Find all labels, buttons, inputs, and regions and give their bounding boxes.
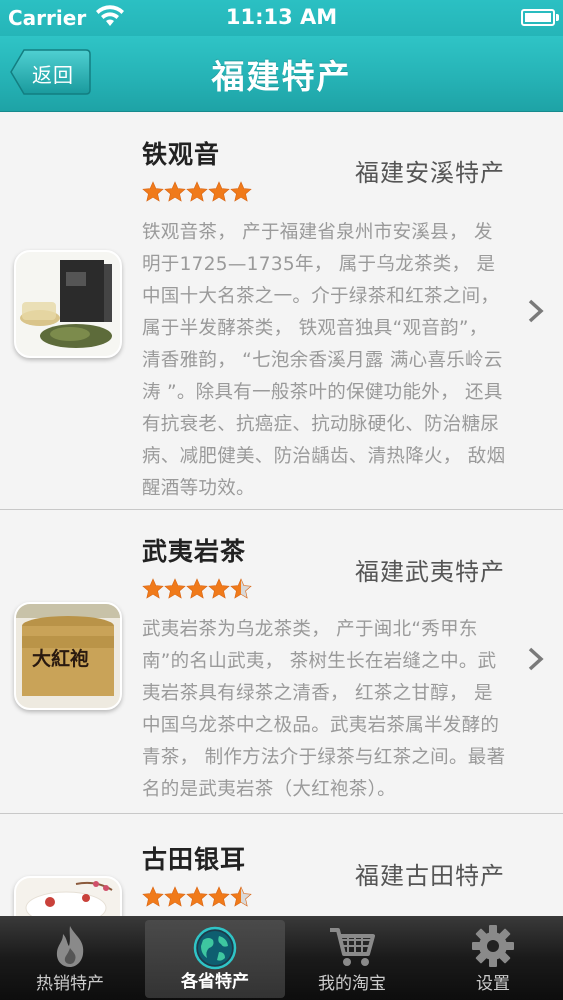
list-item[interactable]: 铁观音 福建安溪特产 铁观音茶， 产于福建省泉州市安溪县， 发明于1725—17… (0, 113, 563, 510)
cart-icon (330, 928, 375, 966)
tab-bar: 热销特产 各省特产 我的淘宝 设置 (0, 916, 563, 1000)
gear-icon (472, 925, 514, 967)
status-time: 11:13 AM (225, 5, 338, 29)
star-icon (186, 578, 208, 599)
tab-label: 热销特产 (36, 974, 104, 994)
item-name: 武夷岩茶 (142, 537, 247, 566)
item-region: 福建武夷特产 (355, 558, 505, 586)
list-item[interactable]: 大紅袍 武夷岩茶 福建武夷特产 武夷岩茶为乌龙茶类， 产于闽北“秀甲东南”的名山… (0, 510, 563, 814)
tab-label: 各省特产 (181, 972, 249, 992)
product-list: 铁观音 福建安溪特产 铁观音茶， 产于福建省泉州市安溪县， 发明于1725—17… (0, 113, 563, 916)
tab-settings[interactable]: 设置 (423, 916, 563, 1000)
star-icon (230, 181, 252, 202)
star-icon (164, 578, 186, 599)
tab-my-taobao[interactable]: 我的淘宝 (282, 916, 422, 1000)
tab-label: 设置 (476, 974, 510, 994)
item-description: 铁观音茶， 产于福建省泉州市安溪县， 发明于1725—1735年， 属于乌龙茶类… (142, 222, 506, 499)
item-name: 古田银耳 (142, 845, 247, 874)
star-icon (164, 181, 186, 202)
item-name: 铁观音 (142, 140, 221, 169)
chevron-right-icon (528, 647, 544, 671)
star-icon (208, 886, 230, 907)
flame-icon (56, 926, 84, 967)
star-icon (208, 578, 230, 599)
thumb-text: 大紅袍 (32, 648, 90, 670)
star-icon (186, 181, 208, 202)
star-icon (230, 886, 252, 907)
tea-tin-icon: 大紅袍 (14, 602, 122, 710)
star-icon (230, 578, 252, 599)
status-bar: Carrier 11:13 AM (0, 0, 563, 36)
chevron-right-icon (528, 299, 544, 323)
tab-provinces[interactable]: 各省特产 (145, 920, 285, 998)
battery-icon (521, 9, 559, 26)
rating-stars (142, 886, 252, 912)
navigation-bar: 返回 福建特产 (0, 36, 563, 112)
tremella-icon (14, 876, 122, 916)
rating-stars (142, 181, 252, 207)
page-title: 福建特产 (211, 57, 352, 96)
item-description: 武夷岩茶为乌龙茶类， 产于闽北“秀甲东南”的名山武夷， 茶树生长在岩缝之中。武夷… (142, 619, 506, 800)
star-icon (142, 578, 164, 599)
globe-icon (193, 926, 237, 970)
tab-label: 我的淘宝 (318, 974, 386, 994)
item-region: 福建安溪特产 (355, 159, 505, 187)
star-icon (142, 886, 164, 907)
rating-stars (142, 578, 252, 604)
star-icon (164, 886, 186, 907)
tab-hot-products[interactable]: 热销特产 (0, 916, 140, 1000)
star-icon (142, 181, 164, 202)
item-region: 福建古田特产 (355, 862, 505, 890)
tea-box-icon (14, 250, 122, 358)
list-item[interactable]: 古田银耳 福建古田特产 (0, 814, 563, 916)
star-icon (208, 181, 230, 202)
star-icon (186, 886, 208, 907)
